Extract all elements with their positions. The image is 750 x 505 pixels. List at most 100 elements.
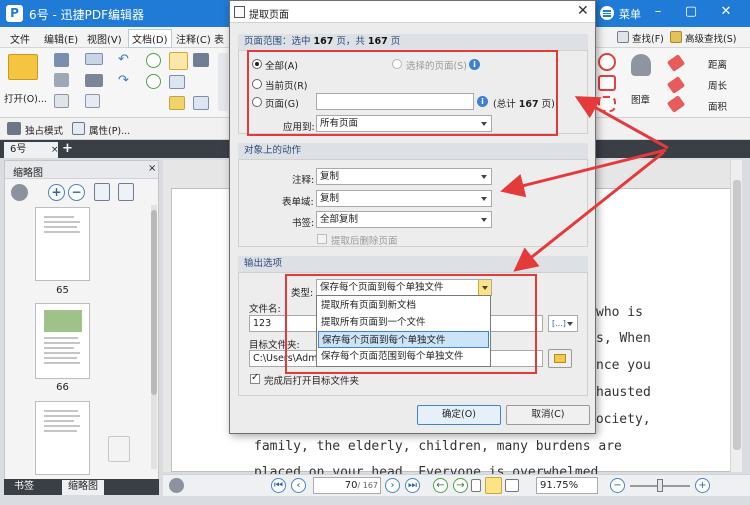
status-settings-icon[interactable] (169, 478, 184, 493)
browse-folder-button[interactable] (548, 349, 572, 368)
continuous-page-icon[interactable] (485, 477, 502, 494)
redo-icon[interactable]: ↷ (118, 74, 132, 87)
undo-icon[interactable]: ↶ (118, 53, 132, 66)
properties-icon[interactable] (72, 122, 85, 135)
rotate-left-icon[interactable] (94, 183, 110, 201)
zoom-slider-handle[interactable] (657, 479, 663, 492)
menu-file[interactable]: 文件 (10, 31, 30, 46)
rotate-right-icon[interactable] (118, 183, 134, 201)
tab-thumbnails[interactable]: 缩略图 (62, 480, 104, 495)
edit-content-icon[interactable] (193, 96, 209, 110)
find-icon[interactable] (617, 31, 629, 43)
find-button[interactable]: 查找(F) (632, 31, 664, 45)
prev-page-icon[interactable]: ‹ (291, 478, 306, 493)
menu-button[interactable]: 菜单 (619, 6, 641, 22)
pentagon-shape-icon[interactable] (598, 75, 616, 91)
thumbnail-panel: 缩略图 × + − 65 66 (4, 160, 159, 494)
menu-view[interactable]: 视图(V) (87, 31, 122, 46)
properties-button[interactable]: 属性(P)... (89, 123, 130, 137)
thumbnail-panel-title: 缩略图 (13, 168, 43, 179)
open-folder-icon[interactable] (8, 54, 38, 80)
settings-gear-icon[interactable] (11, 184, 28, 201)
nav-back-icon[interactable]: ← (433, 478, 448, 493)
menu-comment[interactable]: 注释(C) (176, 31, 211, 46)
status-bar: ⏮ ‹ 70/ 167 › ⏭ ← → 91.75% − + (163, 474, 750, 496)
perimeter-icon[interactable] (666, 76, 686, 94)
tab-close-icon[interactable]: × (51, 142, 59, 158)
select-text-icon[interactable] (169, 75, 185, 89)
typewriter-icon[interactable] (169, 96, 185, 110)
zoom-out-icon[interactable]: − (68, 184, 85, 201)
stamp-label[interactable]: 图章 (631, 92, 650, 106)
bookmarks-label: 书签: (292, 218, 315, 229)
resize-grip-icon[interactable] (743, 496, 750, 505)
nav-forward-icon[interactable]: → (453, 478, 468, 493)
area-label[interactable]: 面积 (708, 99, 727, 113)
area-icon[interactable] (666, 95, 686, 113)
tab-bookmarks[interactable]: 书签 (8, 480, 40, 495)
cancel-button[interactable]: 取消(C) (506, 405, 590, 425)
tab-document-6[interactable]: 6号 × (4, 142, 59, 158)
document-text-line: society, (588, 412, 651, 427)
open-button-label[interactable]: 打开(O)... (4, 91, 47, 105)
thumbnail-page-65[interactable] (35, 207, 90, 281)
single-page-icon[interactable] (471, 479, 481, 492)
mail-icon[interactable] (85, 53, 103, 65)
exclusive-mode-icon[interactable] (7, 122, 21, 135)
document-icon[interactable] (85, 94, 100, 108)
forward-icon[interactable] (146, 74, 161, 89)
filename-label: 文件名: (249, 304, 281, 315)
circle-shape-icon[interactable] (598, 53, 616, 71)
app-logo-icon: P (6, 5, 23, 22)
advanced-find-icon[interactable] (670, 31, 682, 43)
open-folder-after-checkbox[interactable] (250, 372, 260, 384)
open-folder-after-label[interactable]: 完成后打开目标文件夹 (264, 373, 359, 387)
menu-document[interactable]: 文档(D) (128, 29, 172, 48)
ok-button[interactable]: 确定(O) (417, 405, 501, 425)
page-current[interactable]: 70 (345, 480, 358, 491)
exclusive-mode-button[interactable]: 独占模式 (25, 123, 63, 137)
zoom-in-status-icon[interactable]: + (695, 478, 710, 493)
distance-label[interactable]: 距离 (708, 57, 727, 71)
snapshot-icon[interactable] (193, 53, 209, 67)
facing-page-icon[interactable] (505, 479, 519, 492)
zoom-select[interactable]: 91.75% (536, 477, 598, 494)
next-page-icon[interactable]: › (385, 478, 400, 493)
first-page-icon[interactable]: ⏮ (271, 478, 286, 493)
scan-icon[interactable] (85, 74, 103, 87)
document-scrollbar[interactable] (730, 160, 742, 472)
hand-tool-icon[interactable] (169, 52, 188, 70)
back-icon[interactable] (146, 53, 161, 68)
zoom-value: 91.75% (540, 480, 579, 491)
menu-icon[interactable] (600, 6, 614, 20)
thumbnail-panel-close-icon[interactable]: × (148, 163, 156, 174)
form-fields-select[interactable]: 复制 (316, 190, 492, 207)
menu-form[interactable]: 表 (214, 31, 224, 46)
page-icon[interactable] (54, 94, 69, 108)
cloud-shape-icon[interactable] (598, 96, 616, 112)
annotation-box-page-range (247, 50, 558, 136)
page-number-field[interactable]: 70/ 167 (313, 477, 381, 494)
filename-macro-button[interactable]: [...] (548, 315, 578, 332)
close-window-button[interactable]: ✕ (718, 4, 734, 20)
zoom-out-status-icon[interactable]: − (610, 478, 625, 493)
advanced-find-button[interactable]: 高级查找(S) (685, 31, 736, 45)
perimeter-label[interactable]: 周长 (708, 78, 727, 92)
print-icon[interactable] (54, 73, 69, 87)
menu-edit[interactable]: 编辑(E) (44, 31, 78, 46)
add-tab-icon[interactable]: + (62, 141, 73, 156)
minimize-button[interactable]: – (650, 4, 666, 20)
thumbnail-page-66[interactable] (35, 303, 90, 379)
maximize-button[interactable]: ▢ (683, 4, 699, 20)
save-icon[interactable] (54, 53, 69, 67)
bookmarks-select[interactable]: 全部复制 (316, 211, 492, 228)
thumbnail-scrollbar[interactable] (151, 205, 157, 469)
dialog-close-button[interactable]: ✕ (577, 3, 589, 19)
zoom-in-icon[interactable]: + (48, 184, 65, 201)
thumbnail-panel-header: 缩略图 × (5, 161, 158, 179)
thumbnail-page-67[interactable] (35, 401, 90, 475)
last-page-icon[interactable]: ⏭ (405, 478, 420, 493)
stamp-icon[interactable] (631, 54, 651, 76)
distance-icon[interactable] (666, 54, 686, 72)
annotations-select[interactable]: 复制 (316, 168, 492, 185)
